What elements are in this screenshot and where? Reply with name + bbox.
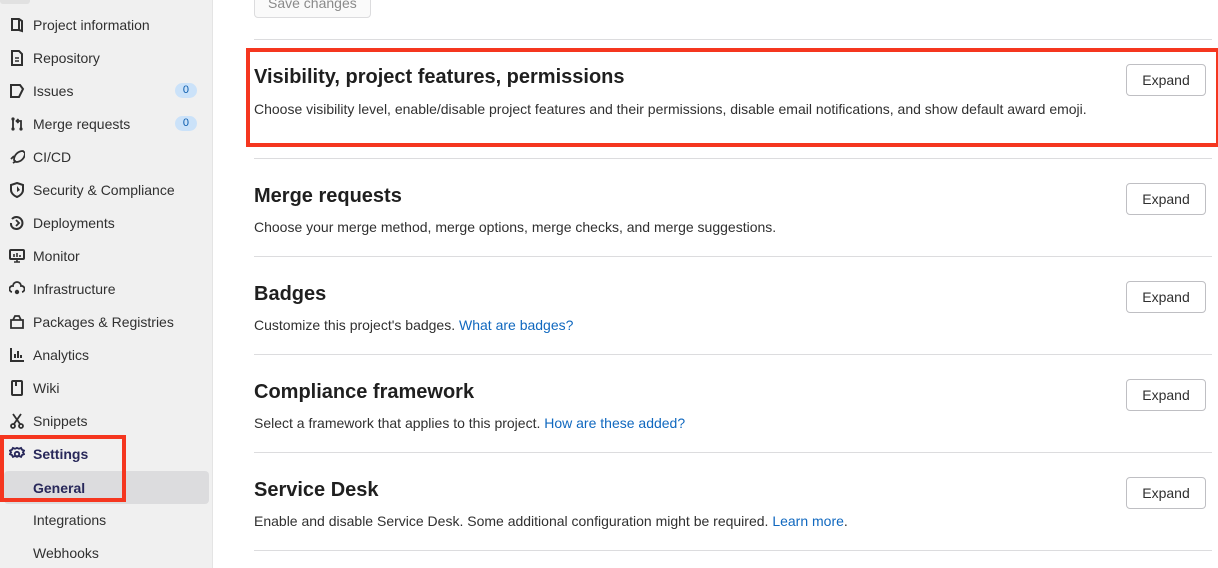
- expand-compliance-framework-button[interactable]: Expand: [1126, 379, 1206, 411]
- section-title: Visibility, project features, permission…: [254, 66, 625, 88]
- sidebar-item-repository[interactable]: Repository: [0, 41, 213, 74]
- sidebar-top-stub: [0, 0, 30, 4]
- learn-more-link[interactable]: Learn more: [772, 513, 844, 529]
- save-changes-button[interactable]: Save changes: [254, 0, 371, 18]
- what-are-badges-link[interactable]: What are badges?: [459, 317, 573, 333]
- section-divider: [254, 354, 1212, 355]
- sidebar-item-infrastructure[interactable]: Infrastructure: [0, 272, 213, 305]
- sidebar-item-wiki[interactable]: Wiki: [0, 371, 213, 404]
- issues-count-badge: 0: [174, 83, 197, 98]
- section-compliance-framework: Compliance framework Select a framework …: [254, 379, 1212, 434]
- expand-visibility-button[interactable]: Expand: [1126, 64, 1206, 96]
- expand-merge-requests-button[interactable]: Expand: [1126, 183, 1206, 215]
- deployments-icon: [9, 215, 25, 231]
- section-title: Compliance framework: [254, 381, 475, 403]
- shield-icon: [9, 181, 25, 198]
- sidebar-item-project-information[interactable]: Project information: [0, 8, 213, 41]
- sidebar-item-packages-registries[interactable]: Packages & Registries: [0, 305, 213, 338]
- project-icon: [9, 17, 25, 33]
- monitor-icon: [9, 248, 25, 264]
- sidebar-item-cicd[interactable]: CI/CD: [0, 140, 213, 173]
- section-description: Select a framework that applies to this …: [254, 415, 686, 431]
- section-merge-requests: Merge requests Choose your merge method,…: [254, 183, 1212, 238]
- sidebar-item-settings[interactable]: Settings: [0, 437, 213, 470]
- merge-requests-count-badge: 0: [174, 116, 197, 131]
- sidebar: Project information Repository Issues 0 …: [0, 0, 213, 568]
- document-icon: [9, 49, 25, 66]
- chart-icon: [9, 347, 25, 363]
- cloud-gear-icon: [9, 280, 25, 297]
- how-are-these-added-link[interactable]: How are these added?: [544, 415, 685, 431]
- sidebar-subitem-general[interactable]: General: [4, 471, 209, 504]
- section-title: Service Desk: [254, 479, 379, 501]
- sidebar-subitem-integrations[interactable]: Integrations: [0, 503, 213, 536]
- sidebar-item-issues[interactable]: Issues 0: [0, 74, 213, 107]
- package-icon: [9, 314, 25, 330]
- expand-service-desk-button[interactable]: Expand: [1126, 477, 1206, 509]
- section-description: Enable and disable Service Desk. Some ad…: [254, 513, 848, 529]
- book-icon: [9, 379, 25, 396]
- sidebar-subitem-webhooks[interactable]: Webhooks: [0, 536, 213, 568]
- sidebar-item-analytics[interactable]: Analytics: [0, 338, 213, 371]
- section-divider: [254, 452, 1212, 453]
- expand-badges-button[interactable]: Expand: [1126, 281, 1206, 313]
- section-divider: [254, 256, 1212, 257]
- section-divider: [254, 39, 1212, 40]
- section-divider: [254, 158, 1212, 159]
- section-badges: Badges Customize this project's badges. …: [254, 281, 1212, 336]
- gear-icon: [9, 446, 25, 462]
- sidebar-item-snippets[interactable]: Snippets: [0, 404, 213, 437]
- issues-icon: [9, 83, 25, 99]
- section-title: Badges: [254, 283, 327, 305]
- section-divider: [254, 550, 1212, 551]
- section-description: Customize this project's badges. What ar…: [254, 317, 574, 333]
- sidebar-item-monitor[interactable]: Monitor: [0, 239, 213, 272]
- section-title: Merge requests: [254, 185, 402, 207]
- section-visibility: Visibility, project features, permission…: [254, 64, 1212, 120]
- rocket-icon: [9, 149, 25, 165]
- sidebar-item-deployments[interactable]: Deployments: [0, 206, 213, 239]
- main-content: Save changes Visibility, project feature…: [254, 0, 1218, 568]
- section-description: Choose visibility level, enable/disable …: [254, 101, 1087, 117]
- sidebar-item-security-compliance[interactable]: Security & Compliance: [0, 173, 213, 206]
- section-service-desk: Service Desk Enable and disable Service …: [254, 477, 1212, 532]
- section-description: Choose your merge method, merge options,…: [254, 219, 777, 235]
- merge-request-icon: [9, 116, 25, 132]
- sidebar-item-merge-requests[interactable]: Merge requests 0: [0, 107, 213, 140]
- scissors-icon: [9, 412, 25, 429]
